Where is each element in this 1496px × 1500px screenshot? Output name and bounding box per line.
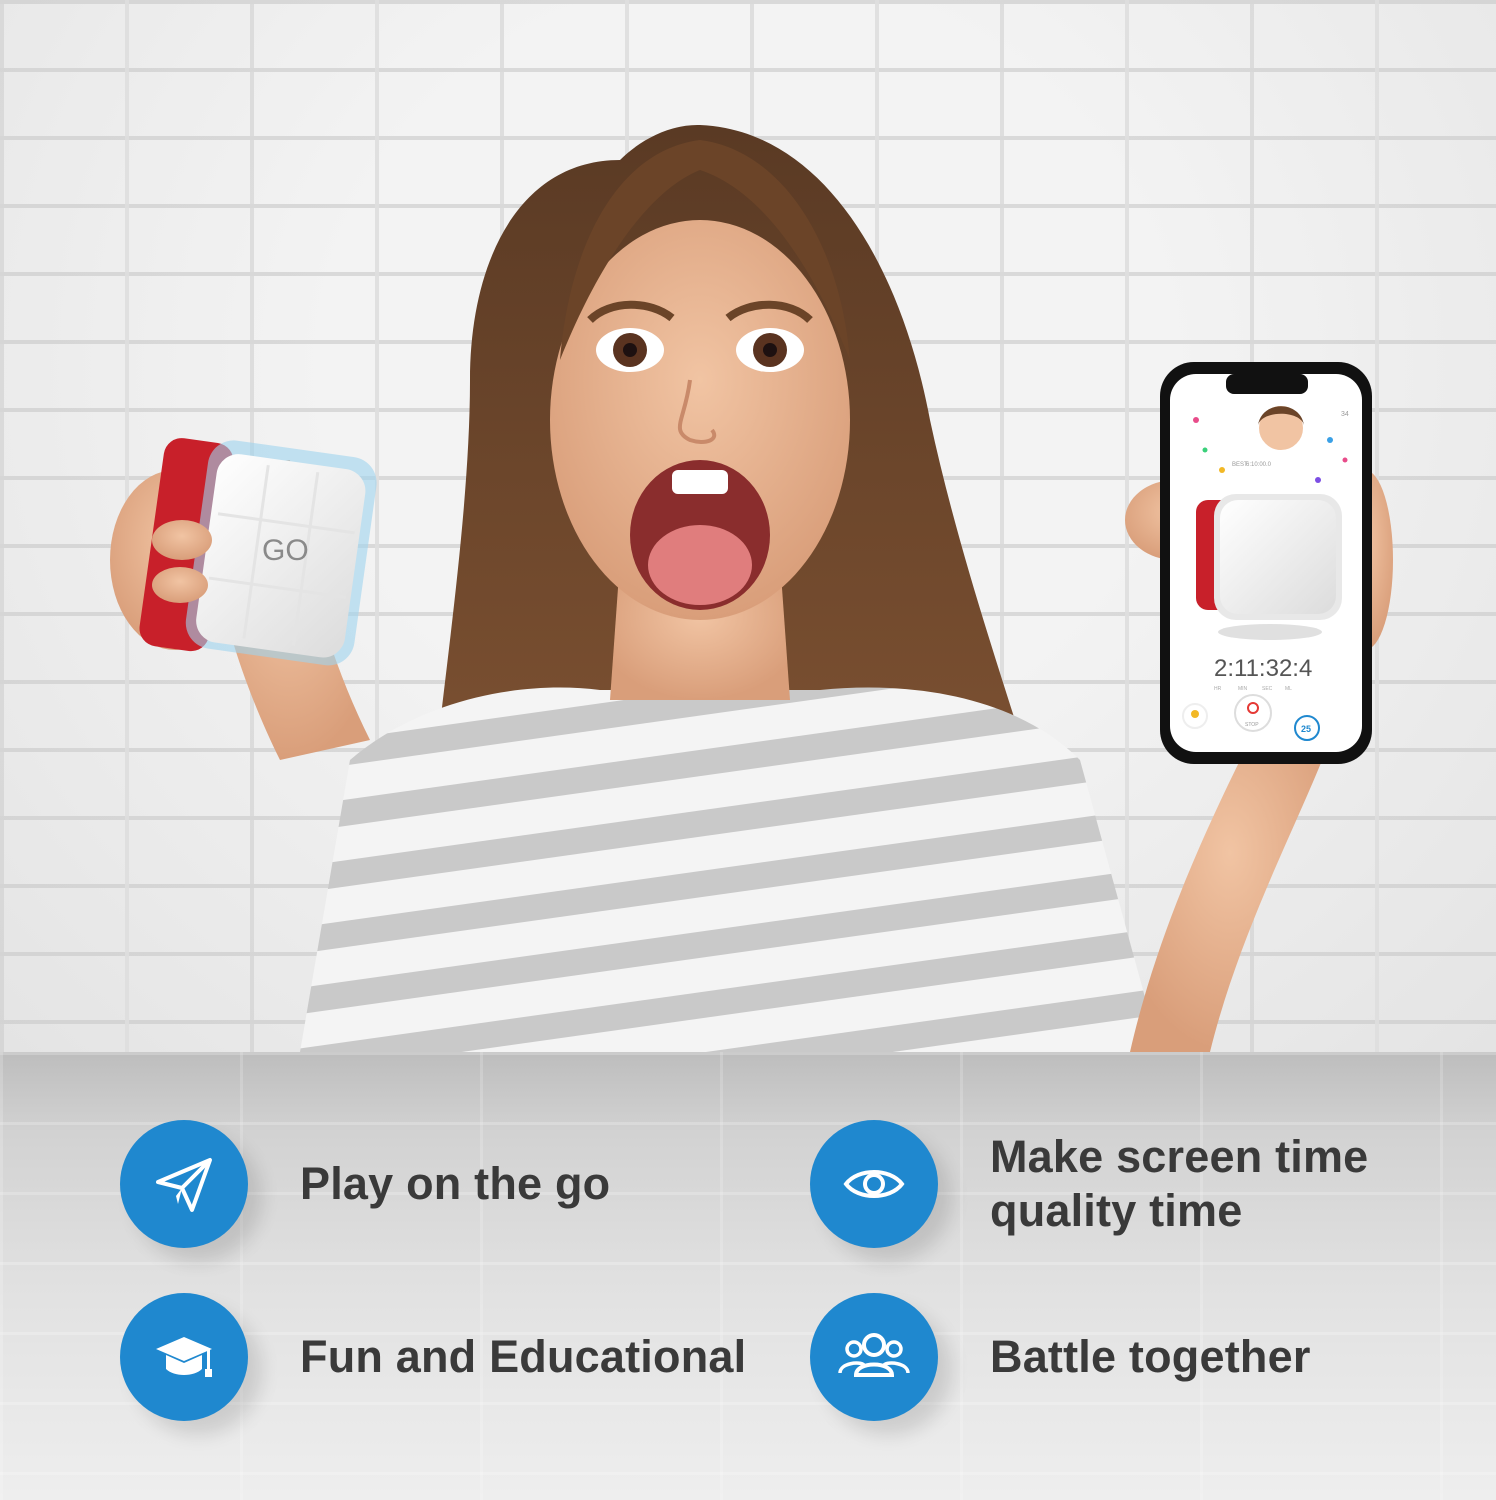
feature-screen-time: Make screen time quality time [810,1120,1368,1248]
stop-label: STOP [1245,722,1259,728]
feature-label-line1: Make screen time [990,1131,1369,1182]
feature-label: Make screen time quality time [990,1130,1368,1238]
feature-play-on-the-go: Play on the go [120,1120,610,1248]
hero-photo: GO BEST 6:10:00.0 34 2:11:32:4 HR MIN SE… [110,124,1393,1052]
eye-icon [843,1170,905,1198]
feature-icon-circle [810,1293,938,1421]
badge-number: 25 [1301,724,1311,734]
feature-icon-circle [810,1120,938,1248]
timer-unit-min: MIN [1238,686,1248,692]
feature-label: Fun and Educational [300,1331,747,1382]
group-icon [838,1333,910,1377]
cube-logo: GO [262,534,309,567]
feature-battle-together: Battle together [810,1293,1311,1421]
feature-label-line2: quality time [990,1185,1243,1236]
timer-unit-sec: SEC [1262,686,1273,692]
feature-label: Play on the go [300,1158,611,1209]
feature-fun-educational: Fun and Educational [120,1293,746,1421]
feature-icon-circle [120,1120,248,1248]
feature-icon-circle [120,1293,248,1421]
striped-shirt [300,687,1160,1052]
timer-unit-hr: HR [1214,686,1222,692]
graduation-cap-icon [156,1337,212,1377]
paper-plane-icon [156,1158,212,1212]
counter: 34 [1341,411,1349,418]
feature-label: Battle together [990,1331,1311,1382]
smartphone [1160,362,1372,764]
phone-timer: 2:11:32:4 [1214,655,1312,682]
best-time: 6:10:00.0 [1246,462,1272,468]
timer-unit-ml: ML [1285,686,1292,692]
